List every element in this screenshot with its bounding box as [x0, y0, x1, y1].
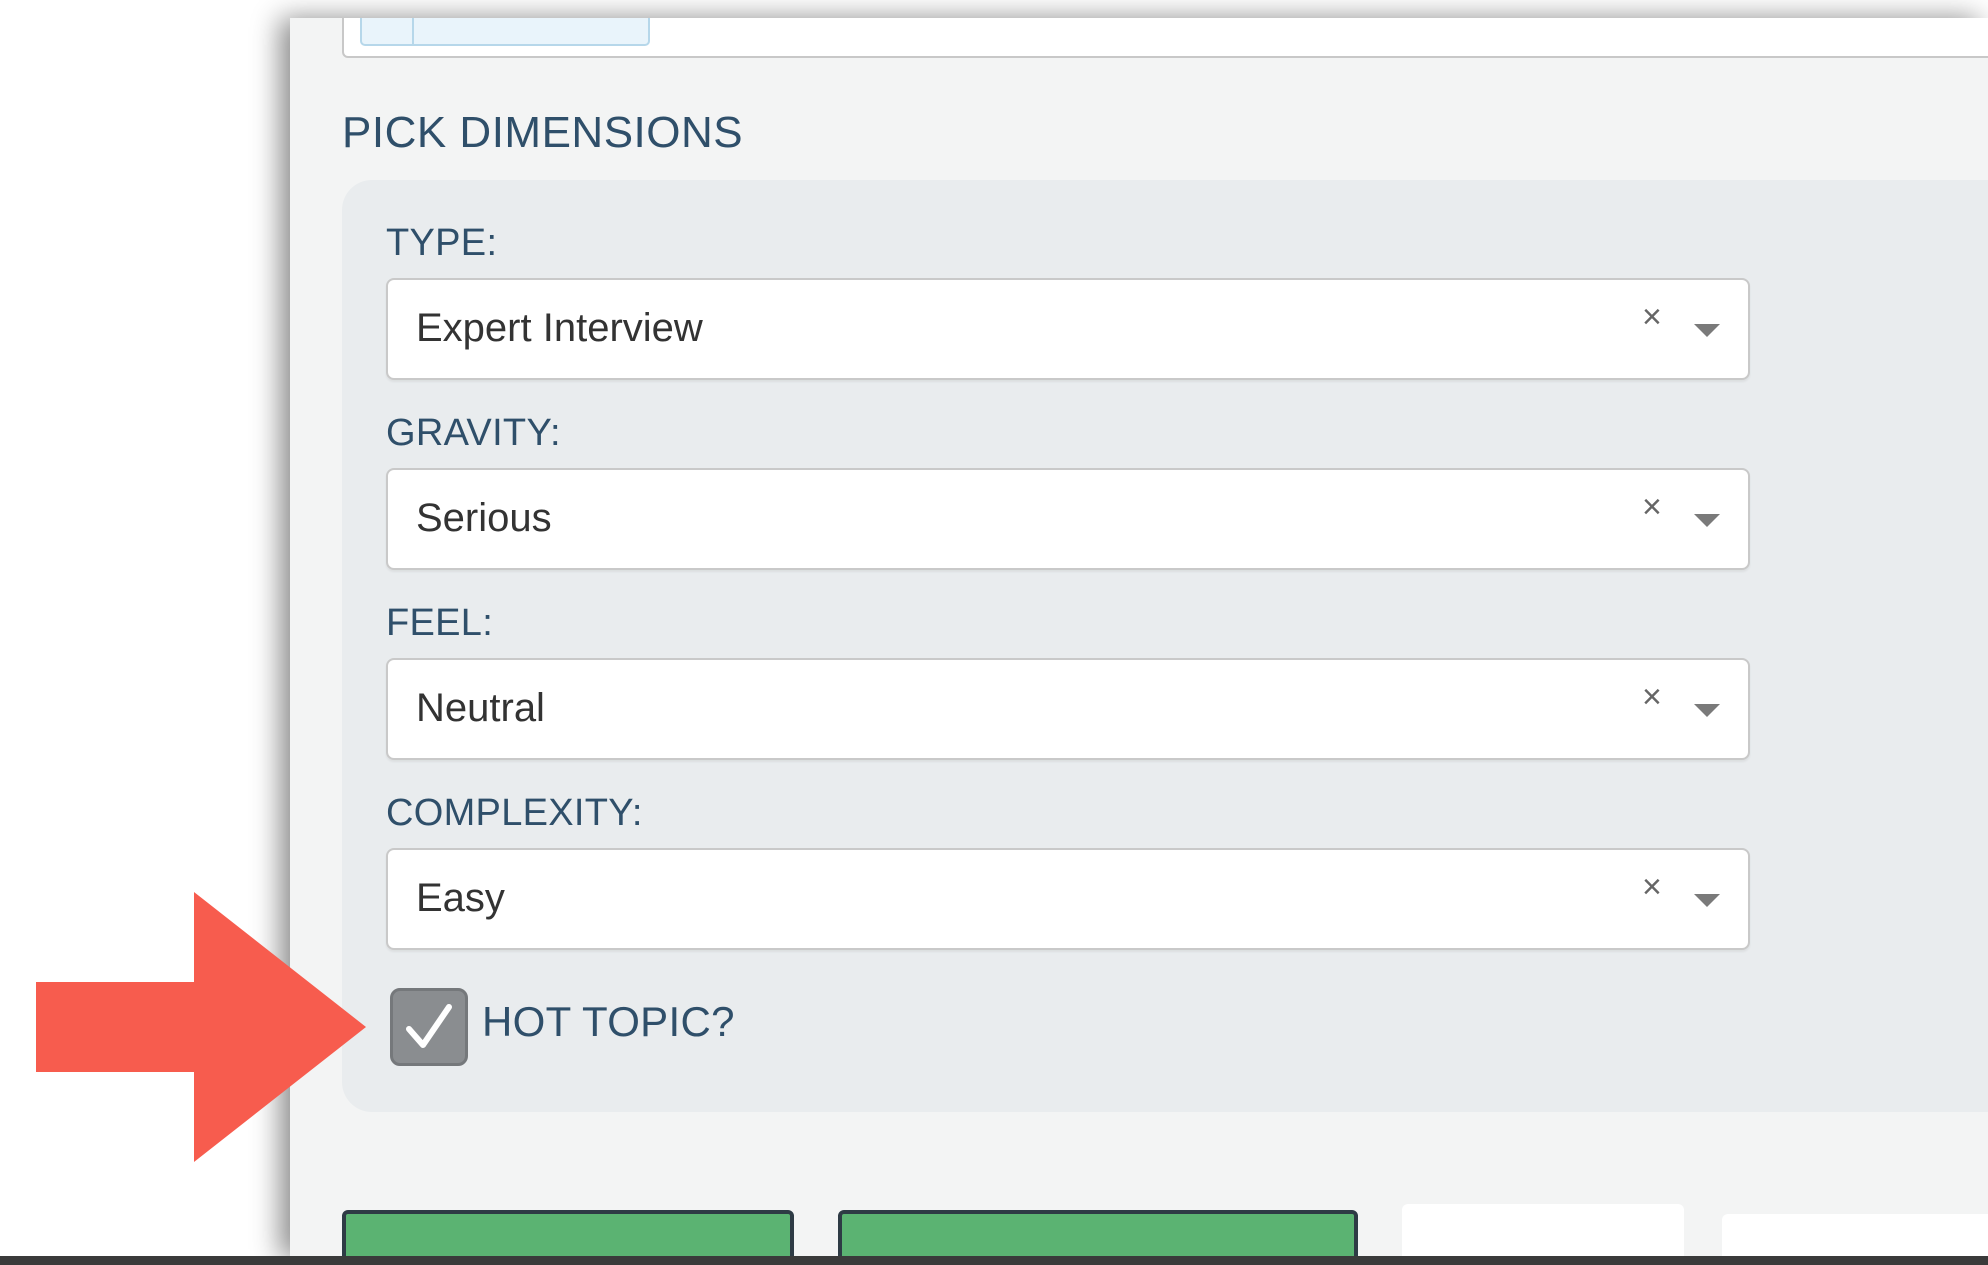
complexity-select[interactable]: Easy × [386, 848, 1750, 950]
feel-label: FEEL: [386, 602, 494, 644]
reject-button[interactable] [1402, 1204, 1684, 1258]
complexity-value: Easy [416, 876, 505, 920]
caret-down-icon[interactable] [1694, 894, 1720, 907]
feel-value: Neutral [416, 686, 545, 730]
close-icon[interactable]: × [1642, 870, 1662, 904]
caret-down-icon[interactable] [1694, 704, 1720, 717]
checkmark-icon [406, 1004, 452, 1048]
close-icon[interactable]: × [1642, 680, 1662, 714]
screenshot-stage: PICK DIMENSIONS TYPE: Expert Interview ×… [0, 0, 1988, 1265]
hot-topic-checkbox[interactable] [390, 988, 468, 1066]
close-icon[interactable]: × [1642, 490, 1662, 524]
hot-topic-label: HOT TOPIC? [482, 998, 735, 1045]
bottom-edge [0, 1256, 1988, 1265]
caret-down-icon[interactable] [1694, 514, 1720, 527]
close-icon[interactable]: × [1642, 300, 1662, 334]
gravity-select[interactable]: Serious × [386, 468, 1750, 570]
section-title: PICK DIMENSIONS [342, 108, 744, 157]
arrow-right-icon [36, 892, 366, 1162]
caret-down-icon[interactable] [1694, 324, 1720, 337]
save-button[interactable] [342, 1210, 794, 1258]
type-label: TYPE: [386, 222, 498, 264]
feel-select[interactable]: Neutral × [386, 658, 1750, 760]
chip-divider [412, 18, 414, 44]
type-value: Expert Interview [416, 306, 703, 350]
gravity-value: Serious [416, 496, 552, 540]
view-button[interactable] [1722, 1214, 1988, 1258]
dimensions-panel: PICK DIMENSIONS TYPE: Expert Interview ×… [290, 18, 1988, 1258]
complexity-label: COMPLEXITY: [386, 792, 643, 834]
type-select[interactable]: Expert Interview × [386, 278, 1750, 380]
previous-field-chip [360, 18, 650, 46]
save-secondary-button[interactable] [838, 1210, 1358, 1258]
gravity-label: GRAVITY: [386, 412, 561, 454]
